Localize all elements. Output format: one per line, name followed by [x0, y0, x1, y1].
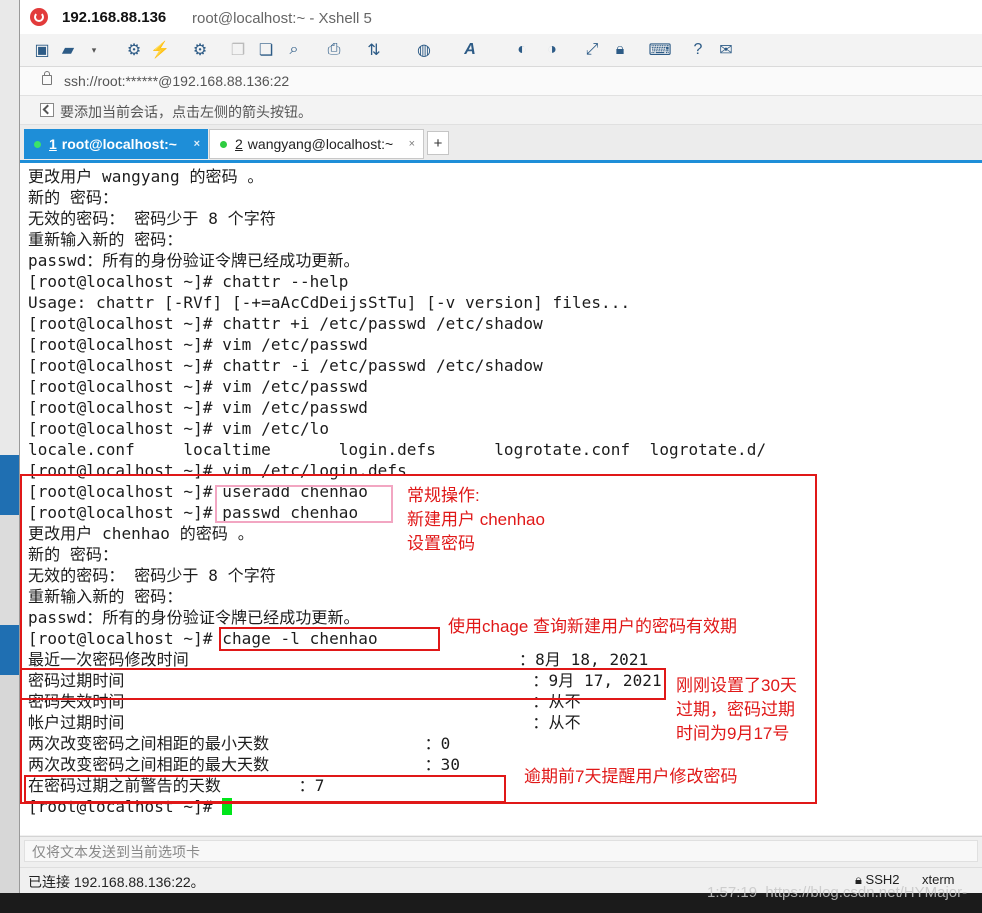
font-icon[interactable]: A [460, 40, 480, 60]
disconnect-icon[interactable]: ⚡ [150, 40, 170, 60]
open-folder-icon[interactable]: ▰ [58, 40, 78, 60]
lock-icon[interactable]: 🔒︎ [610, 40, 630, 60]
tab-label: root@localhost:~ [61, 136, 177, 152]
annotation-box-useradd [215, 485, 393, 523]
connection-status: 已连接 192.168.88.136:22。 [28, 874, 205, 890]
xshell-logo-icon [30, 8, 48, 26]
xftp-icon[interactable]: ◐ [512, 40, 532, 60]
toolbar: ▣ ▰ ▾ ⚙ ⚡ ⚙ ❐ ❏ ⌕ ⎙ ⇅ ◍ A ◐ ◑ ⤢ 🔒︎ ⌨ ? ✉ [20, 34, 982, 67]
terminal-area[interactable]: 更改用户 wangyang 的密码 。 新的 密码： 无效的密码： 密码少于 8… [20, 163, 982, 835]
lock-icon [42, 71, 52, 85]
terminal-line: 更改用户 wangyang 的密码 。 [28, 167, 264, 186]
terminal-line: [root@localhost ~]# chattr -i /etc/passw… [28, 356, 543, 375]
terminal-line: [root@localhost ~]# vim /etc/passwd [28, 377, 368, 396]
terminal-line: [root@localhost ~]# chattr +i /etc/passw… [28, 314, 543, 333]
terminal-line: 无效的密码： 密码少于 8 个字符 [28, 209, 276, 228]
desktop-strip-blue-2 [0, 625, 19, 675]
hint-text: 要添加当前会话，点击左侧的箭头按钮。 [60, 104, 312, 120]
xshell-window: 192.168.88.136 root@localhost:~ - Xshell… [19, 0, 982, 894]
help-icon[interactable]: ? [688, 40, 708, 60]
terminal-line: 新的 密码： [28, 188, 119, 207]
close-icon[interactable]: × [194, 138, 200, 150]
print-icon[interactable]: ⎙ [324, 40, 344, 60]
terminal-line: [root@localhost ~]# vim /etc/passwd [28, 398, 368, 417]
send-input[interactable]: 仅将文本发送到当前选项卡 [24, 840, 978, 862]
address-text: ssh://root:******@192.168.88.136:22 [64, 73, 290, 89]
find-icon[interactable]: ⌕ [284, 40, 304, 60]
desktop-strip-top [0, 0, 19, 455]
fullscreen-icon[interactable]: ⤢ [582, 40, 602, 60]
address-bar[interactable]: ssh://root:******@192.168.88.136:22 [20, 67, 982, 96]
connected-dot-icon [34, 140, 41, 148]
transfer-icon[interactable]: ⇅ [364, 40, 384, 60]
tab-number: 2 [235, 136, 243, 152]
title-session: root@localhost:~ - Xshell 5 [192, 10, 372, 27]
annotation-note-chage: 使用chage 查询新建用户的密码有效期 [448, 617, 738, 636]
copy-icon[interactable]: ❐ [228, 40, 248, 60]
keyboard-icon[interactable]: ⌨ [648, 40, 671, 60]
terminal-line: passwd：所有的身份验证令牌已经成功更新。 [28, 251, 360, 270]
reconnect-icon[interactable]: ⚙ [124, 40, 144, 60]
desktop-strip-blue [0, 455, 19, 515]
paste-icon[interactable]: ❏ [256, 40, 276, 60]
tab-root-session[interactable]: 1 root@localhost:~ × [24, 129, 208, 159]
annotation-note-routine: 常规操作: 新建用户 chenhao 设置密码 [407, 486, 545, 553]
open-dropdown-icon[interactable]: ▾ [84, 40, 104, 60]
session-hint-bar: 要添加当前会话，点击左侧的箭头按钮。 [20, 96, 982, 125]
annotation-note-warn: 逾期前7天提醒用户修改密码 [524, 767, 738, 786]
annotation-box-expire [20, 668, 666, 700]
annotation-box-chage [219, 627, 440, 651]
add-tab-button[interactable]: + [427, 131, 449, 155]
tab-wangyang-session[interactable]: 2 wangyang@localhost:~ × [209, 129, 424, 159]
new-session-icon[interactable]: ▣ [32, 40, 52, 60]
connected-dot-icon [220, 140, 227, 148]
watermark: 1:57:19 https://blog.csdn.net/HYMajor- [707, 884, 968, 901]
arrow-icon[interactable] [40, 103, 54, 117]
annotation-box-warn [24, 775, 506, 803]
annotation-note-expire: 刚刚设置了30天 过期，密码过期 时间为9月17号 [676, 676, 797, 743]
tab-bar: 1 root@localhost:~ × 2 wangyang@localhos… [20, 125, 982, 160]
properties-icon[interactable]: ⚙ [190, 40, 210, 60]
title-bar: 192.168.88.136 root@localhost:~ - Xshell… [20, 0, 982, 34]
tab-number: 1 [49, 136, 57, 152]
send-bar: 仅将文本发送到当前选项卡 [20, 836, 982, 867]
chat-icon[interactable]: ✉ [716, 40, 736, 60]
terminal-line: [root@localhost ~]# vim /etc/passwd [28, 335, 368, 354]
terminal-line: [root@localhost ~]# chattr --help [28, 272, 349, 291]
title-host: 192.168.88.136 [62, 9, 167, 26]
desktop-strip-bottom [0, 675, 19, 893]
terminal-line: Usage: chattr [-RVf] [-+=aAcCdDeijsStTu]… [28, 293, 631, 312]
terminal-line: 重新输入新的 密码： [28, 230, 183, 249]
globe-icon[interactable]: ◍ [414, 40, 434, 60]
terminal-line: [root@localhost ~]# vim /etc/lo [28, 419, 330, 438]
tab-label: wangyang@localhost:~ [247, 136, 394, 152]
terminal-line: locale.conf localtime login.defs logrota… [28, 440, 767, 459]
xagent-icon[interactable]: ◑ [542, 40, 562, 60]
desktop-strip-mid [0, 515, 19, 625]
close-icon[interactable]: × [409, 138, 415, 150]
